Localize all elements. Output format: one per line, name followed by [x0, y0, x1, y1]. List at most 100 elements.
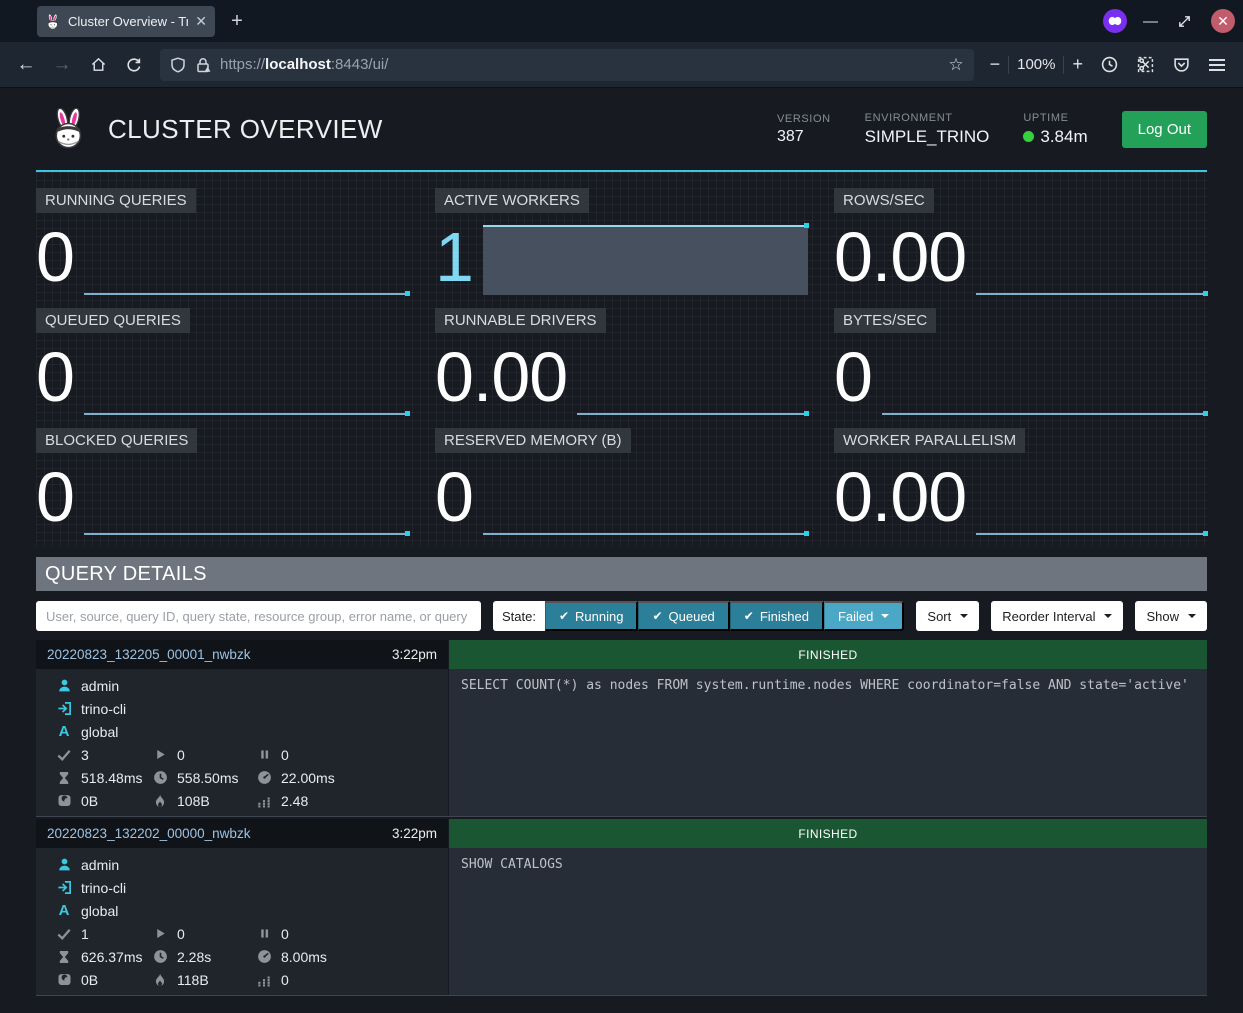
- queued-splits-icon: [256, 748, 272, 761]
- running-splits: 0: [177, 747, 185, 763]
- cpu-time: 22.00ms: [281, 770, 335, 786]
- query-time: 3:22pm: [392, 647, 437, 662]
- stat-label: WORKER PARALLELISM: [834, 428, 1025, 453]
- trino-page: CLUSTER OVERVIEW VERSION 387 ENVIRONMENT…: [0, 88, 1243, 1013]
- filter-failed-dropdown[interactable]: Failed: [824, 601, 904, 631]
- stat-value: 0: [435, 459, 473, 535]
- query-sql-panel: SELECT COUNT(*) as nodes FROM system.run…: [449, 669, 1207, 816]
- browser-tab[interactable]: Cluster Overview - Trino ✕: [37, 6, 215, 37]
- chevron-down-icon: [1104, 614, 1112, 618]
- source-signin-icon: [56, 701, 72, 716]
- window-maximize-button[interactable]: [1177, 14, 1195, 29]
- stat-value: 0: [834, 339, 872, 415]
- query-resource-group: global: [81, 903, 118, 919]
- environment-block: ENVIRONMENT SIMPLE_TRINO: [865, 112, 990, 147]
- query-source: trino-cli: [81, 880, 126, 896]
- reorder-interval-dropdown[interactable]: Reorder Interval: [991, 601, 1123, 631]
- sort-dropdown[interactable]: Sort: [916, 601, 979, 631]
- environment-label: ENVIRONMENT: [865, 112, 990, 124]
- tab-close-icon[interactable]: ✕: [195, 13, 207, 30]
- url-bar[interactable]: https://localhost:8443/ui/ ☆: [160, 49, 974, 81]
- stat-panel-queued-queries: QUEUED QUERIES 0: [36, 308, 409, 415]
- new-tab-button[interactable]: +: [224, 8, 250, 34]
- cumulative-memory-icon: [152, 973, 168, 987]
- stat-value: 1: [435, 219, 473, 295]
- user-icon: [56, 857, 72, 872]
- separator: [1008, 56, 1009, 74]
- window-controls: — ✕: [1103, 9, 1235, 33]
- tab-title: Cluster Overview - Trino: [68, 14, 188, 29]
- zoom-in-button[interactable]: +: [1072, 54, 1083, 75]
- stat-label: RESERVED MEMORY (B): [435, 428, 631, 453]
- browser-titlebar: Cluster Overview - Trino ✕ + — ✕: [0, 0, 1243, 42]
- parallelism-icon: [256, 794, 272, 808]
- logout-button[interactable]: Log Out: [1122, 111, 1207, 148]
- screen: Cluster Overview - Trino ✕ + — ✕ ← →: [0, 0, 1243, 1013]
- stat-panel-worker-parallelism: WORKER PARALLELISM 0.00: [834, 428, 1207, 535]
- sparkline: [976, 465, 1207, 535]
- elapsed-time-icon: [152, 949, 168, 964]
- shield-icon[interactable]: [170, 57, 186, 73]
- filter-running-button[interactable]: ✔Running: [545, 601, 639, 631]
- stat-value: 0: [36, 459, 74, 535]
- current-memory: 0B: [81, 793, 98, 809]
- sparkline: [976, 225, 1207, 295]
- stat-value: 0: [36, 219, 74, 295]
- completed-splits: 3: [81, 747, 89, 763]
- cumulative-memory: 118B: [177, 972, 209, 988]
- stat-label: BYTES/SEC: [834, 308, 936, 333]
- completed-splits-icon: [56, 748, 72, 762]
- filter-finished-button[interactable]: ✔Finished: [730, 601, 824, 631]
- lock-warning-icon[interactable]: [195, 57, 211, 73]
- bookmark-star-icon[interactable]: ☆: [948, 55, 963, 75]
- stat-panel-blocked-queries: BLOCKED QUERIES 0: [36, 428, 409, 535]
- environment-value: SIMPLE_TRINO: [865, 127, 990, 147]
- query-source: trino-cli: [81, 701, 126, 717]
- window-minimize-button[interactable]: —: [1143, 13, 1161, 30]
- query-sql-text: SHOW CATALOGS: [461, 857, 1195, 872]
- stat-panel-rows-sec: ROWS/SEC 0.00: [834, 188, 1207, 295]
- query-id-link[interactable]: 20220823_132202_00000_nwbzk: [47, 826, 392, 841]
- reload-button[interactable]: [118, 49, 150, 81]
- stat-panel-active-workers: ACTIVE WORKERS 1: [435, 188, 808, 295]
- uptime-status-dot: [1023, 131, 1034, 142]
- query-user: admin: [81, 678, 119, 694]
- query-id-link[interactable]: 20220823_132205_00001_nwbzk: [47, 647, 392, 662]
- check-icon: ✔: [652, 609, 662, 623]
- chevron-down-icon: [1188, 614, 1196, 618]
- state-label: State:: [493, 601, 545, 631]
- version-block: VERSION 387: [777, 113, 831, 146]
- sparkline: [882, 345, 1207, 415]
- query-status-badge: FINISHED: [449, 819, 1207, 848]
- parallelism: 0: [281, 972, 289, 988]
- search-input[interactable]: [36, 601, 481, 631]
- menu-hamburger-icon[interactable]: [1201, 49, 1233, 81]
- show-dropdown[interactable]: Show: [1135, 601, 1207, 631]
- zoom-level[interactable]: 100%: [1017, 56, 1055, 73]
- stat-value: 0: [36, 339, 74, 415]
- queued-splits: 0: [281, 747, 289, 763]
- home-button[interactable]: [82, 49, 114, 81]
- window-close-button[interactable]: ✕: [1211, 9, 1235, 33]
- queued-time-icon: [56, 950, 72, 964]
- back-button[interactable]: ←: [10, 49, 42, 81]
- queued-time: 626.37ms: [81, 949, 142, 965]
- page-title: CLUSTER OVERVIEW: [108, 114, 777, 145]
- filter-queued-button[interactable]: ✔Queued: [638, 601, 729, 631]
- zoom-out-button[interactable]: −: [990, 54, 1001, 75]
- pocket-icon[interactable]: [1165, 49, 1197, 81]
- query-row: 20220823_132202_00000_nwbzk 3:22pm FINIS…: [36, 819, 1207, 996]
- queued-splits: 0: [281, 926, 289, 942]
- sparkline: [84, 465, 409, 535]
- screenshot-scissors-icon[interactable]: [1129, 49, 1161, 81]
- elapsed-time: 558.50ms: [177, 770, 238, 786]
- forward-button[interactable]: →: [46, 49, 78, 81]
- current-memory-icon: [56, 972, 72, 987]
- trino-favicon: [45, 14, 61, 30]
- sparkline: [483, 465, 808, 535]
- url-text[interactable]: https://localhost:8443/ui/: [220, 56, 939, 73]
- running-splits: 0: [177, 926, 185, 942]
- stat-panel-bytes-sec: BYTES/SEC 0: [834, 308, 1207, 415]
- history-clock-icon[interactable]: [1093, 49, 1125, 81]
- query-row: 20220823_132205_00001_nwbzk 3:22pm FINIS…: [36, 640, 1207, 817]
